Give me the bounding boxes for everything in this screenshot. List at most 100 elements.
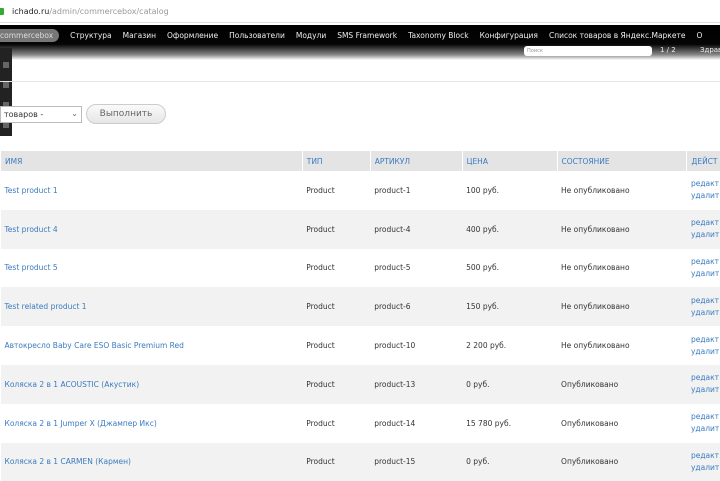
address-bar[interactable]: ichado.ru/admin/commercebox/catalog [0,0,720,23]
divider [0,81,720,82]
table-row: Автокресло Baby Care ESO Basic Premium R… [1,326,720,365]
select-value: товаров - [4,110,43,119]
chevron-down-icon: ⌄ [71,109,78,118]
cell: 500 руб. [462,249,557,288]
cell: 150 руб. [462,287,557,326]
bulk-action-select[interactable]: товаров - ⌄ [0,106,82,123]
delete-link[interactable]: удалит [691,268,720,280]
cell: Не опубликовано [557,287,687,326]
edit-link[interactable]: редакт [691,178,720,190]
product-link[interactable]: Test product 5 [5,263,58,272]
cell: product-4 [370,210,462,249]
delete-link[interactable]: удалит [691,307,720,319]
column-header[interactable]: ИМЯ [1,151,303,171]
edit-link[interactable]: редакт [691,372,720,384]
cell: 0 руб. [462,443,557,481]
product-link[interactable]: Автокресло Baby Care ESO Basic Premium R… [5,341,184,350]
product-link[interactable]: Test product 4 [5,225,58,234]
table-row: Коляска 2 в 1 Jumper X (Джампер Икс)Prod… [1,404,720,443]
products-table: ИМЯТИПАРТИКУЛЦЕНАСОСТОЯНИЕДЕЙСТ Test pro… [0,151,720,481]
greeting-text: Здрав [700,46,720,54]
delete-link[interactable]: удалит [691,462,720,474]
cell: Test related product 1 [1,287,303,326]
table-row: Test product 5 Productproduct-5500 руб.Не… [1,249,720,288]
menu-item[interactable]: Структура [70,31,112,40]
execute-button[interactable]: Выполнить [86,104,166,124]
cell: Product [302,210,370,249]
lock-icon [0,8,4,15]
delete-link[interactable]: удалит [691,384,720,396]
edit-link[interactable]: редакт [691,411,720,423]
menu-item[interactable]: О [696,31,702,40]
menu-item[interactable]: Список товаров в Яндекс.Маркете [549,31,685,40]
table-row: Test related product 1Productproduct-615… [1,287,720,326]
cell: Опубликовано [557,404,687,443]
table-row: Test product 4 Productproduct-4400 руб.Не… [1,210,720,249]
menu-item[interactable]: commercebox [0,29,59,42]
menu-item[interactable]: Магазин [123,31,156,40]
cell: Product [302,365,370,404]
search-input[interactable]: Поиск [524,46,652,56]
edit-link[interactable]: редакт [691,256,720,268]
cell: Автокресло Baby Care ESO Basic Premium R… [1,326,303,365]
product-link[interactable]: Коляска 2 в 1 CARMEN (Кармен) [5,457,131,466]
column-header[interactable]: ЦЕНА [462,151,557,171]
table-row: Test product 1Productproduct-1100 руб.Не… [1,171,720,210]
menu-item[interactable]: Конфигурация [480,31,538,40]
url-path: /admin/commercebox/catalog [49,7,168,16]
cell: Опубликовано [557,365,687,404]
delete-link[interactable]: удалит [691,346,720,358]
cell: product-5 [370,249,462,288]
product-link[interactable]: Коляска 2 в 1 Jumper X (Джампер Икс) [5,419,157,428]
cell: Коляска 2 в 1 CARMEN (Кармен) [1,443,303,481]
cell: Product [302,171,370,210]
actions-cell: редактудалит [687,210,720,249]
cell: 15 780 руб. [462,404,557,443]
actions-cell: редактудалит [687,365,720,404]
edit-link[interactable]: редакт [691,217,720,229]
url-text[interactable]: ichado.ru/admin/commercebox/catalog [12,7,169,16]
menu-item[interactable]: Оформление [167,31,218,40]
cell: Опубликовано [557,443,687,481]
plus-icon[interactable] [3,62,9,68]
cell: Не опубликовано [557,326,687,365]
pager-indicator[interactable]: 1 / 2 [660,46,676,54]
edit-link[interactable]: редакт [691,450,720,462]
cell: Не опубликовано [557,210,687,249]
column-header[interactable]: ДЕЙСТ [687,151,720,171]
actions-cell: редактудалит [687,287,720,326]
cell: 400 руб. [462,210,557,249]
edit-link[interactable]: редакт [691,334,720,346]
column-header[interactable]: ТИП [302,151,370,171]
product-link[interactable]: Коляска 2 в 1 ACOUSTIC (Акустик) [5,380,140,389]
table-header: ИМЯТИПАРТИКУЛЦЕНАСОСТОЯНИЕДЕЙСТ [1,151,720,171]
url-host: ichado.ru [12,7,49,16]
cell: Test product 5 [1,249,303,288]
menu-item[interactable]: Пользователи [229,31,285,40]
menu-item[interactable]: Taxonomy Block [408,31,469,40]
column-header[interactable]: СОСТОЯНИЕ [557,151,687,171]
cell: product-15 [370,443,462,481]
delete-link[interactable]: удалит [691,190,720,202]
admin-menu: commercebox Структура Магазин Оформление Пол… [0,25,720,45]
delete-link[interactable]: удалит [691,423,720,435]
actions-cell: редактудалит [687,171,720,210]
product-link[interactable]: Test product 1 [5,186,58,195]
cell: Не опубликовано [557,171,687,210]
cell: Коляска 2 в 1 Jumper X (Джампер Икс) [1,404,303,443]
plus-icon[interactable] [3,82,9,88]
delete-link[interactable]: удалит [691,229,720,241]
table-row: Коляска 2 в 1 ACOUSTIC (Акустик) Productp… [1,365,720,404]
menu-item[interactable]: Модули [296,31,326,40]
cell: 100 руб. [462,171,557,210]
cell: product-13 [370,365,462,404]
menu-item[interactable]: SMS Framework [337,31,397,40]
cell: Product [302,249,370,288]
edit-link[interactable]: редакт [691,295,720,307]
column-header[interactable]: АРТИКУЛ [370,151,462,171]
cell: Не опубликовано [557,249,687,288]
cell: Product [302,443,370,481]
cell: product-10 [370,326,462,365]
actions-cell: редактудалит [687,249,720,288]
product-link[interactable]: Test related product 1 [5,302,87,311]
